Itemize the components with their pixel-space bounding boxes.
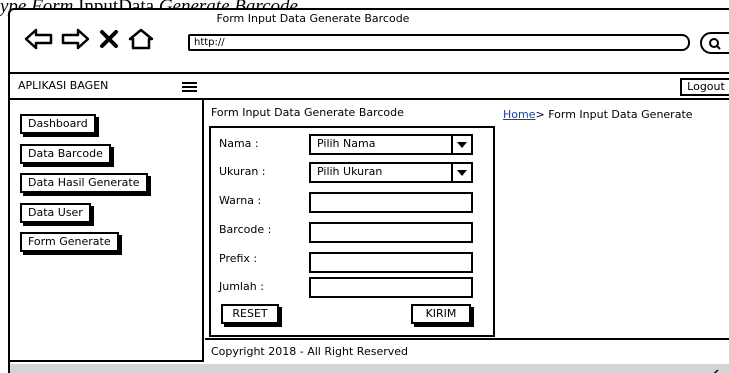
home-icon[interactable] xyxy=(128,28,154,50)
app-title: APLIKASI BAGEN xyxy=(18,79,109,92)
browser-nav xyxy=(24,28,184,52)
window-title: Form Input Data Generate Barcode xyxy=(216,12,410,25)
back-arrow-icon[interactable] xyxy=(24,28,54,50)
sidebar-item-data-hasil-generate[interactable]: Data Hasil Generate xyxy=(20,173,148,193)
search-icon xyxy=(709,38,721,50)
submit-button[interactable]: KIRIM xyxy=(411,304,471,324)
breadcrumb: Home> Form Input Data Generate xyxy=(503,108,693,121)
hamburger-menu-icon[interactable] xyxy=(182,82,197,92)
breadcrumb-home-link[interactable]: Home xyxy=(503,108,535,121)
sidebar-item-data-user[interactable]: Data User xyxy=(20,203,91,223)
resize-handle-icon[interactable] xyxy=(706,368,720,373)
form-panel: Nama : Pilih Nama Ukuran : Pilih Ukuran … xyxy=(209,126,495,337)
chevron-down-icon[interactable] xyxy=(451,136,471,153)
prefix-label: Prefix : xyxy=(219,252,258,265)
barcode-label: Barcode : xyxy=(219,223,272,236)
nama-label: Nama : xyxy=(219,137,259,150)
ukuran-select[interactable]: Pilih Ukuran xyxy=(309,162,473,183)
sidebar: Dashboard Data Barcode Data Hasil Genera… xyxy=(10,100,204,362)
sidebar-item-form-generate[interactable]: Form Generate xyxy=(20,232,119,252)
nama-select[interactable]: Pilih Nama xyxy=(309,134,473,155)
nama-select-value: Pilih Nama xyxy=(317,137,376,150)
sidebar-item-dashboard[interactable]: Dashboard xyxy=(20,114,96,134)
ukuran-select-value: Pilih Ukuran xyxy=(317,165,383,178)
search-button[interactable] xyxy=(700,32,729,54)
ukuran-label: Ukuran : xyxy=(219,165,266,178)
main-content: Form Input Data Generate Barcode Home> F… xyxy=(205,100,729,362)
close-x-icon[interactable] xyxy=(98,28,120,50)
forward-arrow-icon[interactable] xyxy=(60,28,90,50)
reset-button[interactable]: RESET xyxy=(221,304,279,324)
breadcrumb-separator: > xyxy=(535,108,545,121)
page-footer: Copyright 2018 - All Right Reserved xyxy=(205,338,729,362)
logout-button[interactable]: Logout xyxy=(680,78,729,96)
breadcrumb-current: Form Input Data Generate xyxy=(548,108,693,121)
chevron-down-icon[interactable] xyxy=(451,164,471,181)
browser-window: Form Input Data Generate Barcode http://… xyxy=(8,8,729,373)
prefix-input[interactable] xyxy=(309,252,473,273)
sidebar-item-data-barcode[interactable]: Data Barcode xyxy=(20,144,111,164)
url-bar[interactable]: http:// xyxy=(188,34,690,51)
jumlah-label: Jumlah : xyxy=(219,280,264,293)
warna-label: Warna : xyxy=(219,194,262,207)
jumlah-input[interactable] xyxy=(309,277,473,298)
warna-input[interactable] xyxy=(309,192,473,213)
barcode-input[interactable] xyxy=(309,222,473,243)
status-bar xyxy=(10,364,729,373)
app-header: APLIKASI BAGEN Logout xyxy=(10,72,729,100)
